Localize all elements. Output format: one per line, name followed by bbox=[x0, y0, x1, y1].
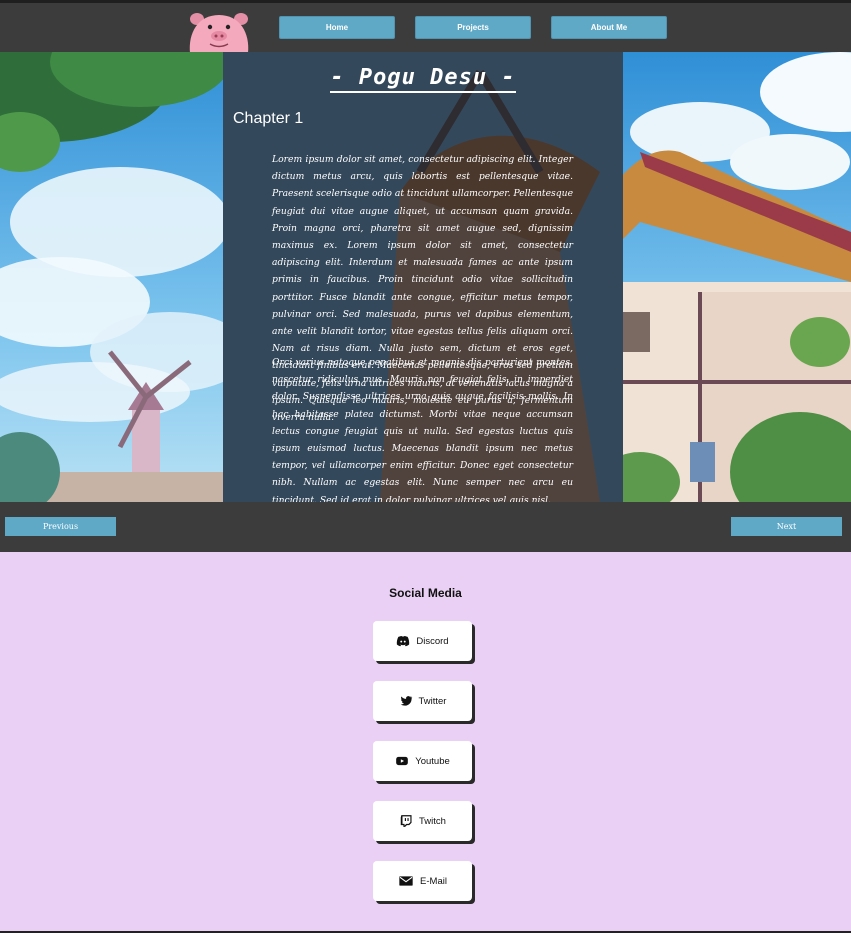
youtube-label: Youtube bbox=[415, 755, 450, 767]
chapter-navigation: Previous Next bbox=[0, 502, 851, 552]
youtube-link-button[interactable]: Youtube bbox=[373, 741, 472, 781]
discord-link-button[interactable]: Discord bbox=[373, 621, 472, 661]
nav-projects-button[interactable]: Projects bbox=[415, 16, 531, 39]
twitch-icon bbox=[400, 815, 412, 827]
social-media-title: Social Media bbox=[389, 586, 462, 600]
youtube-icon bbox=[396, 756, 409, 766]
story-hero: - Pogu Desu - Chapter 1 Lorem ipsum dolo… bbox=[0, 52, 851, 502]
story-panel: - Pogu Desu - Chapter 1 Lorem ipsum dolo… bbox=[223, 52, 623, 502]
twitch-label: Twitch bbox=[419, 815, 446, 827]
story-title-text: - Pogu Desu - bbox=[330, 65, 516, 93]
twitter-label: Twitter bbox=[418, 695, 447, 707]
discord-label: Discord bbox=[416, 635, 449, 647]
mail-icon bbox=[399, 876, 413, 886]
email-label: E-Mail bbox=[420, 875, 447, 887]
twitter-link-button[interactable]: Twitter bbox=[373, 681, 472, 721]
twitter-icon bbox=[400, 696, 412, 706]
previous-chapter-button[interactable]: Previous bbox=[5, 517, 116, 536]
email-link-button[interactable]: E-Mail bbox=[373, 861, 472, 901]
story-title: - Pogu Desu - bbox=[223, 65, 623, 93]
discord-icon bbox=[397, 636, 410, 647]
nav-home-button[interactable]: Home bbox=[279, 16, 395, 39]
story-paragraph: Orci varius natoque penatibus et magnis … bbox=[272, 357, 573, 502]
next-chapter-button[interactable]: Next bbox=[731, 517, 842, 536]
nav-about-button[interactable]: About Me bbox=[551, 16, 667, 39]
top-navbar: Home Projects About Me bbox=[0, 0, 851, 55]
pig-logo-icon[interactable] bbox=[186, 9, 252, 55]
twitch-link-button[interactable]: Twitch bbox=[373, 801, 472, 841]
chapter-heading: Chapter 1 bbox=[233, 110, 304, 127]
